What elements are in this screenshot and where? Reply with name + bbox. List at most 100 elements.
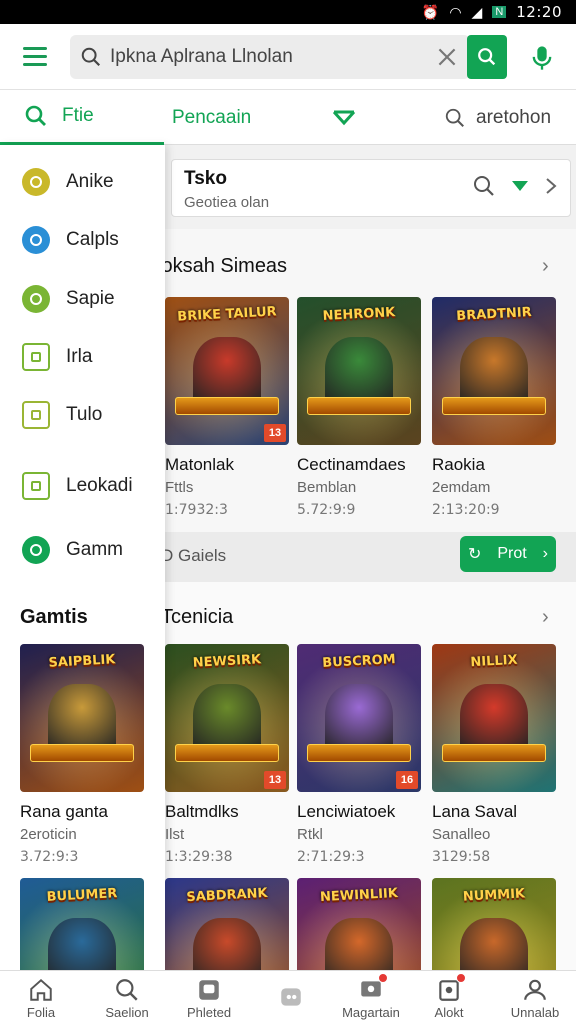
close-icon[interactable] xyxy=(434,44,460,70)
chevron-right-icon[interactable]: › xyxy=(542,255,549,278)
chart-square-icon xyxy=(22,401,50,429)
app-square-icon xyxy=(22,343,50,371)
store-subtitle: Geotiea olan xyxy=(184,194,270,211)
game-title: Baltmdlks xyxy=(165,802,239,821)
chevron-right-icon[interactable] xyxy=(544,176,558,196)
nav-item-home[interactable]: Folia xyxy=(0,971,82,1024)
search-button[interactable] xyxy=(467,35,507,79)
refresh-icon: ↻ xyxy=(467,546,482,563)
compass-icon xyxy=(22,168,50,196)
game-developer: 2emdam xyxy=(432,479,491,496)
game-cover-banner xyxy=(30,744,134,762)
game-cover-image: SAIPBLIK xyxy=(20,644,144,792)
game-cover-banner xyxy=(175,744,279,762)
search-input[interactable]: Ipkna Aplrana Llnolan xyxy=(70,34,470,79)
game-developer: 2eroticin xyxy=(20,826,77,843)
nav-item-search[interactable]: Saelion xyxy=(86,971,168,1024)
store-card[interactable]: Tsko Geotiea olan xyxy=(171,159,571,217)
nav-item-bell[interactable]: Alokt xyxy=(408,971,490,1024)
drawer-item-5[interactable]: Tulo xyxy=(0,386,165,444)
search-icon xyxy=(478,48,496,66)
search-icon[interactable] xyxy=(472,174,496,198)
drawer-item-6[interactable]: Leokadi xyxy=(0,457,165,515)
drawer-item-1[interactable]: Anike xyxy=(0,153,165,211)
search-icon xyxy=(114,977,140,1003)
search-query: Ipkna Aplrana Llnolan xyxy=(110,45,293,67)
game-card[interactable]: BRADTNIR Raokia 2emdam 2:13:20:9 xyxy=(432,297,558,518)
nav-item-label: Phleted xyxy=(186,1004,232,1020)
section-title: Tcenicia xyxy=(161,606,234,628)
chevron-right-icon[interactable]: › xyxy=(542,606,549,629)
nav-item-label: Unnalab xyxy=(510,1004,560,1020)
drawer-item-4[interactable]: Irla xyxy=(0,328,165,386)
game-meta: 3129:58 xyxy=(432,849,491,865)
game-title: Raokia xyxy=(432,455,485,474)
game-card[interactable]: BRIKE TAILUR 13 Matonlak Fttls 1:7932:3 xyxy=(165,297,291,518)
search-bar: Ipkna Aplrana Llnolan xyxy=(0,24,576,90)
tab-search[interactable]: aretohon xyxy=(444,90,551,145)
game-card[interactable]: BUSCROM 16 Lenciwiatoek Rtkl 2:71:29:3 xyxy=(297,644,423,865)
bell-icon xyxy=(436,972,466,1003)
game-cover-image: BUSCROM 16 xyxy=(297,644,421,792)
game-card[interactable]: NEWSIRK 13 Baltmdlks Ilst 1:3:29:38 xyxy=(165,644,291,865)
game-card[interactable]: NEHRONK Cectinamdaes Bemblan 5.72:9:9 xyxy=(297,297,423,518)
drawer-item-7[interactable]: Gamm xyxy=(0,521,165,579)
tab-pencarian[interactable]: Pencaain xyxy=(172,90,357,145)
prot-button[interactable]: ↻ Prot › xyxy=(460,536,556,572)
check-circle-icon xyxy=(22,226,50,254)
nav-item-message[interactable]: Magartain xyxy=(330,971,412,1024)
gamepad-icon xyxy=(22,536,50,564)
nav-item-label: Folia xyxy=(26,1004,56,1020)
tab-file-label: Ftie xyxy=(62,105,94,126)
drawer-item-label: Irla xyxy=(66,346,93,367)
user-icon xyxy=(522,977,548,1003)
microphone-icon[interactable] xyxy=(528,44,556,72)
game-title: Cectinamdaes xyxy=(297,455,406,474)
game-developer: Ilst xyxy=(165,826,185,843)
nav-item-user[interactable]: Unnalab xyxy=(494,971,576,1024)
rating-badge: 13 xyxy=(264,424,286,442)
photo-icon xyxy=(196,977,222,1003)
game-meta: 3.72:9:3 xyxy=(20,849,79,865)
game-cover-banner xyxy=(442,744,546,762)
main-content: Tsko Geotiea olan loksah Simeas › BRIKE … xyxy=(157,145,576,1024)
drawer-item-label: Calpls xyxy=(66,229,119,250)
game-cover-banner xyxy=(175,397,279,415)
game-cover-image: NILLIX xyxy=(432,644,556,792)
search-icon xyxy=(81,47,101,66)
nav-item-photo[interactable]: Phleted xyxy=(168,971,250,1024)
chevron-down-icon xyxy=(333,110,356,125)
search-icon xyxy=(25,105,46,126)
drawer-item-label: Anike xyxy=(66,171,114,192)
nav-item-label: Alokt xyxy=(434,1004,464,1020)
video-icon xyxy=(278,984,304,1010)
game-meta: 1:3:29:38 xyxy=(165,849,233,865)
drawer-section-title: Gamtis xyxy=(20,606,88,628)
game-developer: Bemblan xyxy=(297,479,357,496)
dropdown-icon[interactable] xyxy=(510,178,530,194)
game-title: Matonlak xyxy=(165,455,234,474)
bottom-navigation: Folia Saelion Phleted Magartain Alokt Unnalab xyxy=(0,970,576,1024)
game-cover-banner xyxy=(307,744,411,762)
game-developer: Rtkl xyxy=(297,826,323,843)
drawer-item-3[interactable]: Sapie xyxy=(0,270,165,328)
tab-pencarian-label: Pencaain xyxy=(172,106,252,128)
game-developer: Fttls xyxy=(165,479,194,496)
drawer-item-2[interactable]: Calpls xyxy=(0,211,165,269)
game-card[interactable]: SAIPBLIK Rana ganta 2eroticin 3.72:9:3 xyxy=(20,644,146,865)
drawer-item-label: Sapie xyxy=(66,288,115,309)
nav-item-video[interactable] xyxy=(250,971,332,1024)
section-title: loksah Simeas xyxy=(157,255,288,277)
game-cover-image: BRADTNIR xyxy=(432,297,556,445)
menu-icon[interactable] xyxy=(0,24,70,90)
tab-search-label: aretohon xyxy=(476,106,552,128)
tab-file[interactable]: Ftie xyxy=(0,90,164,145)
game-cover-banner xyxy=(307,397,411,415)
game-title: Lenciwiatoek xyxy=(297,802,396,821)
game-meta: 1:7932:3 xyxy=(165,502,228,518)
navigation-drawer: Anike Calpls Sapie Irla Tulo Leokadi Gamm Gamt… xyxy=(0,145,165,1024)
gallery-label: D Gaiels xyxy=(161,546,227,565)
search-icon xyxy=(445,108,464,127)
game-card[interactable]: NILLIX Lana Saval Sanalleo 3129:58 xyxy=(432,644,558,865)
drawer-item-label: Gamm xyxy=(66,539,123,560)
